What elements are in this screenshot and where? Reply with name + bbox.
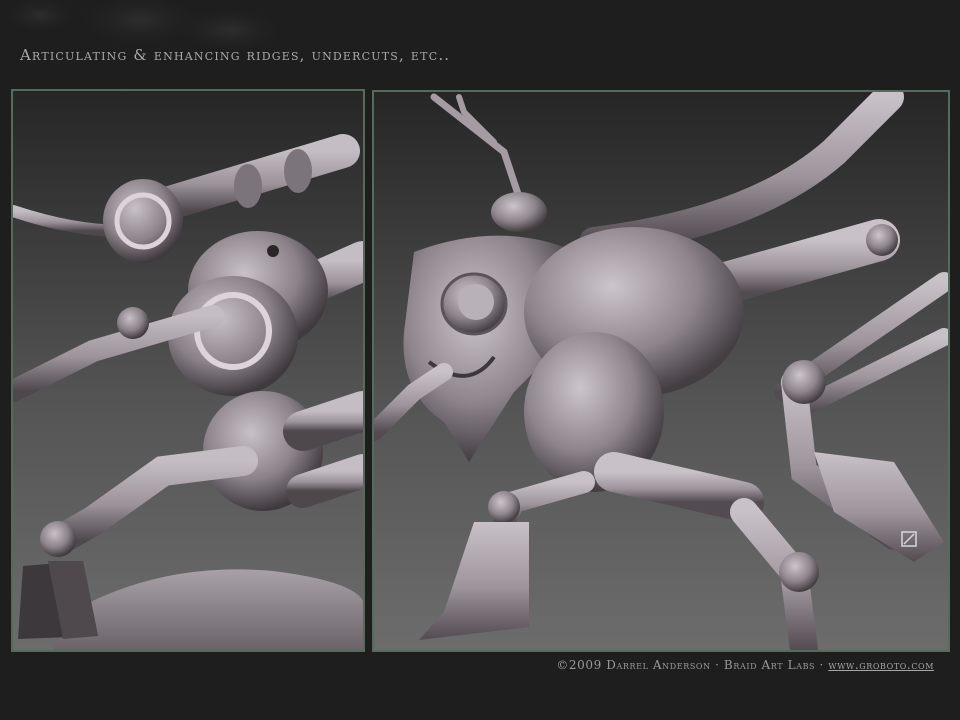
footer-credit: ©2009 Darrel Anderson · Braid Art Labs ·… bbox=[556, 658, 934, 672]
render-panel-left bbox=[11, 89, 365, 652]
creature-render-right bbox=[374, 92, 948, 650]
website-link[interactable]: www.groboto.com bbox=[828, 658, 934, 672]
render-panel-right bbox=[372, 90, 950, 652]
creature-render-left bbox=[13, 134, 363, 650]
credit-text: ©2009 Darrel Anderson · Braid Art Labs · bbox=[556, 658, 829, 672]
page-title: Articulating & enhancing ridges, undercu… bbox=[20, 46, 451, 64]
